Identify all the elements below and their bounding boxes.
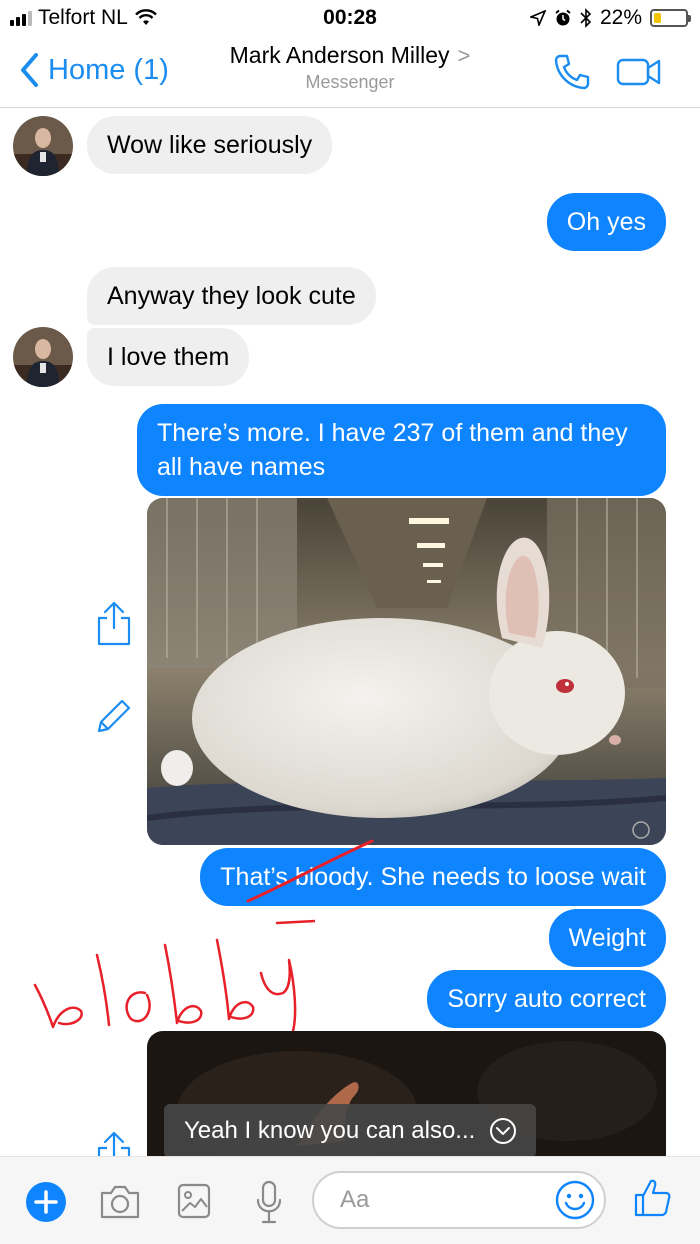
message-input-placeholder: Aa (340, 1186, 370, 1213)
message-outgoing[interactable]: Sorry auto correct (427, 970, 666, 1028)
contact-name: Mark Anderson Milley (229, 42, 450, 68)
share-icon[interactable] (96, 600, 132, 646)
message-outgoing[interactable]: That’s bloody. She needs to loose wait (200, 848, 666, 906)
image-icon[interactable] (176, 1181, 212, 1221)
thumbs-up-icon[interactable] (632, 1177, 672, 1219)
message-incoming[interactable]: Wow like seriously (87, 116, 333, 174)
message-outgoing[interactable]: There’s more. I have 237 of them and the… (137, 404, 666, 496)
emoji-icon[interactable] (555, 1180, 595, 1220)
chevron-down-circle-icon[interactable] (489, 1117, 517, 1145)
alarm-icon (555, 9, 571, 26)
contact-avatar[interactable] (13, 327, 73, 387)
phone-icon[interactable] (552, 52, 592, 92)
chevron-right-icon: > (457, 43, 471, 68)
battery-icon (650, 9, 691, 27)
shared-photo[interactable] (147, 498, 666, 845)
contact-avatar[interactable] (13, 116, 73, 176)
message-composer: Aa (0, 1156, 700, 1244)
contact-name-button[interactable]: Mark Anderson Milley > (0, 42, 700, 69)
location-arrow-icon (529, 10, 546, 26)
conversation-subtitle: Messenger (305, 72, 395, 92)
toast-text: Yeah I know you can also... (184, 1117, 476, 1144)
message-preview-toast[interactable]: Yeah I know you can also... (164, 1104, 536, 1158)
message-outgoing[interactable]: Weight (548, 909, 666, 967)
camera-icon[interactable] (98, 1183, 142, 1221)
message-outgoing[interactable]: Oh yes (546, 193, 666, 251)
plus-icon[interactable] (25, 1181, 67, 1223)
handwritten-annotation: blobby (33, 919, 315, 1033)
microphone-icon[interactable] (254, 1179, 284, 1225)
video-camera-icon[interactable] (616, 56, 662, 88)
conversation-header: Home (1) Mark Anderson Milley > Messenger (0, 36, 700, 108)
bluetooth-icon (580, 8, 592, 28)
status-bar: Telfort NL 00:28 22% (0, 0, 700, 36)
message-incoming[interactable]: I love them (87, 328, 250, 386)
battery-percent: 22% (599, 6, 642, 29)
message-incoming[interactable]: Anyway they look cute (87, 267, 376, 325)
edit-pencil-icon[interactable] (95, 697, 133, 735)
